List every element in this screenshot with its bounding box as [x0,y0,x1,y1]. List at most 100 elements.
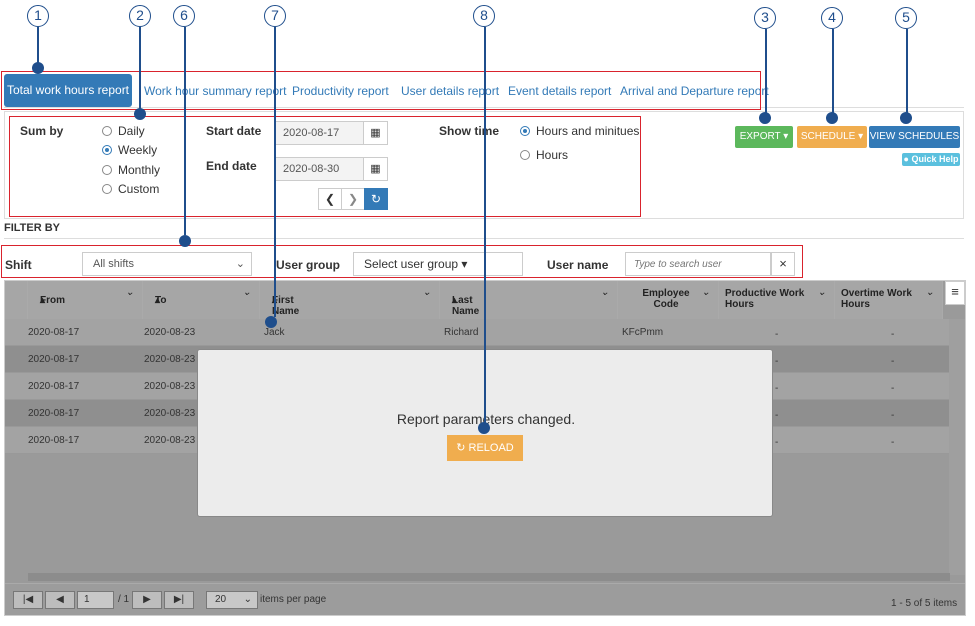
chevron-down-icon[interactable]: ⌄ [601,287,609,298]
column-label: Overtime Work Hours [841,288,912,310]
column-label: Employee Code [642,288,690,310]
cell-overtime: - [891,329,895,340]
cell-overtime: - [891,437,895,448]
column-menu-button[interactable]: ≡ [945,281,965,305]
reload-label: RELOAD [468,442,514,454]
chevron-down-icon[interactable]: ⌄ [702,287,710,298]
cell-productive: - [775,437,779,448]
callout-8: 8 [473,5,495,27]
cell-from: 2020-08-17 [28,381,80,392]
callout-5-line [906,29,908,113]
items-per-page-label: items per page [260,594,327,605]
callout-2-dot [134,108,146,120]
callout-1-line [37,27,39,65]
column-header-last-name[interactable]: ▴ Last Name ⌄ [440,281,618,319]
schedule-button[interactable]: SCHEDULE ▾ [797,126,867,148]
filter-by-title: FILTER BY [4,222,61,234]
page-size-value: 20 [215,594,227,605]
menu-icon: ≡ [951,284,959,299]
column-header-productive-work-hours[interactable]: Productive Work Hours ⌄ [719,281,835,319]
callout-7-line [274,27,276,317]
reload-button[interactable]: ↻ RELOAD [447,435,523,461]
horizontal-scrollbar[interactable] [28,573,950,581]
column-header-overtime-work-hours[interactable]: Overtime Work Hours ⌄ [835,281,943,319]
callout-8-dot [478,422,490,434]
highlight-tabs [1,71,761,110]
page-number-input[interactable]: 1 [77,591,114,609]
caret-down-icon: ▾ [858,131,864,142]
export-button[interactable]: EXPORT ▾ [735,126,793,148]
next-page-icon: ▶ [143,594,151,605]
callout-5: 5 [895,7,917,29]
first-page-button[interactable]: |◀ [13,591,43,609]
schedule-label: SCHEDULE [800,131,856,142]
quick-help-button[interactable]: ● Quick Help [902,153,960,166]
cell-first-name: Jack [264,327,285,338]
cell-overtime: - [891,356,895,367]
callout-6: 6 [173,5,195,27]
callout-5-dot [900,112,912,124]
column-label: First Name [272,295,300,317]
column-header-from[interactable]: ▴ From ⌄ [28,281,143,319]
column-header-first-name[interactable]: ▴ First Name⌄ [260,281,440,319]
last-page-button[interactable]: ▶| [164,591,194,609]
next-page-button[interactable]: ▶ [132,591,162,609]
vertical-scrollbar[interactable] [949,319,965,575]
lightbulb-icon: ● [903,154,909,164]
last-page-icon: ▶| [173,594,185,605]
page-count: / 1 [118,594,130,605]
export-label: EXPORT [739,131,781,142]
caret-down-icon: ▾ [783,131,789,142]
cell-last-name: Richard [444,327,479,338]
highlight-parameters [9,116,641,217]
table-row[interactable]: 2020-08-17 2020-08-23 Jack Richard KFcPm… [5,319,949,346]
cell-to: 2020-08-23 [144,381,196,392]
chevron-down-icon[interactable]: ⌄ [126,287,134,298]
callout-4-line [832,29,834,113]
prev-page-icon: ◀ [56,594,64,605]
callout-6-dot [179,235,191,247]
first-page-icon: |◀ [22,594,34,605]
pager-summary: 1 - 5 of 5 items [891,598,958,609]
refresh-icon: ↻ [456,442,466,454]
quick-help-label: Quick Help [911,154,959,164]
page-size-select[interactable]: 20 ⌄ [206,591,258,609]
grid-header-selector [5,281,28,319]
column-label: Last Name [452,295,480,317]
cell-to: 2020-08-23 [144,327,196,338]
callout-1-dot [32,62,44,74]
chevron-down-icon[interactable]: ⌄ [818,287,826,298]
cell-overtime: - [891,410,895,421]
cell-overtime: - [891,383,895,394]
column-label: Productive Work Hours [725,288,805,310]
prev-page-button[interactable]: ◀ [45,591,75,609]
column-header-employee-code[interactable]: Employee Code ⌄ [618,281,719,319]
cell-productive: - [775,383,779,394]
cell-to: 2020-08-23 [144,435,196,446]
cell-productive: - [775,410,779,421]
chevron-down-icon[interactable]: ⌄ [926,287,934,298]
callout-6-line [184,27,186,235]
callout-7-dot [265,316,277,328]
cell-employee-code: KFcPmm [622,327,664,338]
column-label: To [155,295,167,306]
chevron-down-icon[interactable]: ⌄ [243,287,251,298]
cell-from: 2020-08-17 [28,435,80,446]
callout-4-dot [826,112,838,124]
cell-to: 2020-08-23 [144,354,196,365]
cell-to: 2020-08-23 [144,408,196,419]
callout-3-dot [759,112,771,124]
callout-2: 2 [129,5,151,27]
chevron-down-icon: ⌄ [243,594,252,605]
callout-2-line [139,27,141,109]
column-header-to[interactable]: ▴ To ⌄ [143,281,260,319]
callout-3-line [765,29,767,113]
chevron-down-icon[interactable]: ⌄ [423,287,431,298]
callout-7: 7 [264,5,286,27]
callout-3: 3 [754,7,776,29]
cell-from: 2020-08-17 [28,354,80,365]
callout-4: 4 [821,7,843,29]
cell-productive: - [775,329,779,340]
cell-from: 2020-08-17 [28,408,80,419]
view-schedules-button[interactable]: VIEW SCHEDULES [869,126,960,148]
